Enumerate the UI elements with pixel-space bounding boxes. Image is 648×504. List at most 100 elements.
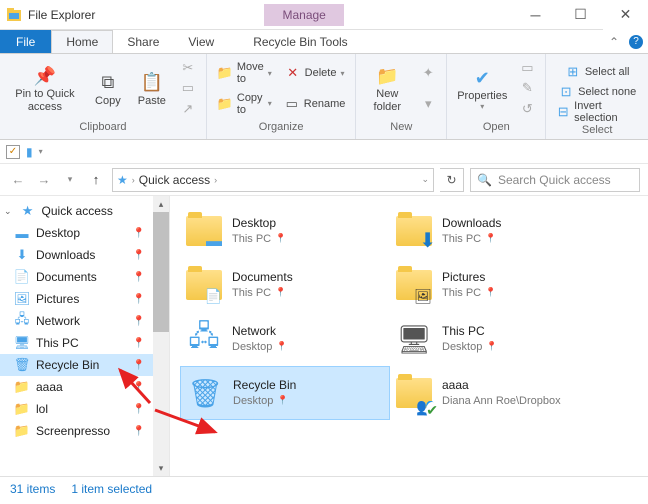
ribbon-group-clipboard: 📌 Pin to Quick access ⧉ Copy 📋 Paste ✂ ▭…: [0, 54, 207, 139]
sidebar-item-aaaa[interactable]: 📁aaaa📍: [0, 376, 169, 398]
item-recycle-bin[interactable]: 🗑 Recycle BinDesktop📍: [180, 366, 390, 420]
context-tab-manage[interactable]: Manage: [264, 4, 343, 26]
sidebar-item-this-pc[interactable]: 🖥This PC📍: [0, 332, 169, 354]
tab-view[interactable]: View: [174, 30, 229, 53]
desktop-icon: ▬: [14, 225, 30, 241]
move-to-button[interactable]: 📁Move to▾: [213, 63, 276, 83]
cut-button[interactable]: ✂: [176, 58, 200, 78]
search-input[interactable]: 🔍 Search Quick access: [470, 168, 640, 192]
maximize-button[interactable]: ☐: [558, 0, 603, 30]
properties-icon: ✔: [470, 66, 494, 90]
delete-button[interactable]: ✕Delete▾: [280, 63, 350, 83]
refresh-button[interactable]: ↻: [440, 168, 464, 192]
item-documents[interactable]: 📄 DocumentsThis PC📍: [180, 258, 390, 312]
pin-to-quick-access-button[interactable]: 📌 Pin to Quick access: [6, 58, 84, 119]
status-count: 31 items: [10, 482, 55, 496]
sidebar-item-pictures[interactable]: 🖼Pictures📍: [0, 288, 169, 310]
copy-path-button[interactable]: ▭: [176, 78, 200, 98]
easy-access-button[interactable]: ▾: [416, 94, 440, 114]
sidebar-item-downloads[interactable]: ⬇Downloads📍: [0, 244, 169, 266]
downloads-icon: ⬇: [14, 247, 30, 263]
pin-icon: 📌: [33, 64, 57, 88]
pictures-icon: 🖼: [14, 291, 30, 307]
select-all-button[interactable]: ⊞Select all: [552, 62, 642, 82]
collapse-ribbon-icon[interactable]: ⌃: [604, 30, 624, 53]
select-all-icon: ⊞: [565, 64, 581, 80]
pin-icon: 📍: [133, 294, 145, 305]
breadcrumb-root[interactable]: Quick access: [139, 173, 210, 187]
properties-button[interactable]: ✔ Properties ▾: [453, 58, 511, 119]
tab-file[interactable]: File: [0, 30, 51, 53]
ribbon-group-select: ⊞Select all ⊡Select none ⊟Invert selecti…: [546, 54, 648, 139]
tab-home[interactable]: Home: [51, 30, 113, 53]
shortcut-icon: ↗: [180, 101, 196, 117]
sidebar-item-network[interactable]: 🖧Network📍: [0, 310, 169, 332]
checkbox-icon[interactable]: ✓: [6, 145, 20, 159]
forward-button[interactable]: →: [34, 170, 54, 190]
new-folder-button[interactable]: 📁 New folder: [362, 58, 412, 119]
recent-dropdown[interactable]: ▾: [60, 170, 80, 190]
new-folder-icon: 📁: [375, 64, 399, 88]
title-bar: File Explorer Manage ─ ☐ ✕: [0, 0, 648, 30]
select-none-button[interactable]: ⊡Select none: [552, 82, 642, 102]
star-icon: ★: [117, 173, 128, 187]
dropdown-icon[interactable]: ▾: [39, 147, 43, 156]
minimize-button[interactable]: ─: [513, 0, 558, 30]
up-button[interactable]: ↑: [86, 170, 106, 190]
group-label: Select: [552, 122, 642, 138]
sidebar-item-lol[interactable]: 📁lol📍: [0, 398, 169, 420]
pin-icon: 📍: [133, 250, 145, 261]
pin-icon: 📍: [275, 233, 286, 245]
scroll-down-icon[interactable]: ▾: [153, 460, 169, 476]
breadcrumb-dropdown-icon[interactable]: ⌄: [421, 174, 429, 185]
copy-button[interactable]: ⧉ Copy: [88, 58, 128, 119]
sidebar-item-screenpresso[interactable]: 📁Screenpresso📍: [0, 420, 169, 442]
sidebar-item-recycle-bin[interactable]: 🗑Recycle Bin📍: [0, 354, 169, 376]
move-icon: 📁: [217, 65, 233, 81]
scroll-up-icon[interactable]: ▴: [153, 196, 169, 212]
history-icon: ↺: [519, 101, 535, 117]
sidebar-quick-access-header[interactable]: ⌄ ★ Quick access: [0, 200, 169, 222]
open-button[interactable]: ▭: [515, 58, 539, 78]
folder-icon: 📁: [14, 379, 30, 395]
new-item-button[interactable]: ✦: [416, 63, 440, 83]
paste-button[interactable]: 📋 Paste: [132, 58, 172, 119]
network-icon: 🖧: [14, 313, 30, 329]
content-pane[interactable]: ▬ DesktopThis PC📍 ⬇ DownloadsThis PC📍 📄 …: [170, 196, 648, 476]
star-icon: ★: [20, 203, 36, 219]
back-button[interactable]: ←: [8, 170, 28, 190]
edit-button[interactable]: ✎: [515, 78, 539, 98]
tab-recycle-bin-tools[interactable]: Recycle Bin Tools: [239, 30, 363, 53]
scroll-thumb[interactable]: [153, 212, 169, 332]
edit-icon: ✎: [519, 80, 535, 96]
item-desktop[interactable]: ▬ DesktopThis PC📍: [180, 204, 390, 258]
navigation-pane: ⌄ ★ Quick access ▬Desktop📍 ⬇Downloads📍 📄…: [0, 196, 170, 476]
delete-icon: ✕: [285, 65, 301, 81]
paste-shortcut-button[interactable]: ↗: [176, 99, 200, 119]
item-pictures[interactable]: 🖼 PicturesThis PC📍: [390, 258, 600, 312]
pc-icon: 🖥: [14, 335, 30, 351]
sidebar-item-documents[interactable]: 📄Documents📍: [0, 266, 169, 288]
group-label: Clipboard: [6, 119, 200, 135]
sidebar-scrollbar[interactable]: ▴ ▾: [153, 196, 169, 476]
help-button[interactable]: ?: [624, 30, 648, 53]
invert-selection-button[interactable]: ⊟Invert selection: [552, 102, 642, 122]
item-network[interactable]: 🖧 NetworkDesktop📍: [180, 312, 390, 366]
paste-icon: 📋: [140, 71, 164, 95]
group-label: Open: [453, 119, 539, 135]
copy-to-button[interactable]: 📁Copy to▾: [213, 94, 276, 114]
history-button[interactable]: ↺: [515, 99, 539, 119]
item-downloads[interactable]: ⬇ DownloadsThis PC📍: [390, 204, 600, 258]
group-label: New: [362, 119, 440, 135]
pin-icon: 📍: [133, 426, 145, 437]
breadcrumb-bar[interactable]: ★ › Quick access › ⌄: [112, 168, 434, 192]
item-this-pc[interactable]: 🖥 This PCDesktop📍: [390, 312, 600, 366]
tab-share[interactable]: Share: [113, 30, 174, 53]
sidebar-item-desktop[interactable]: ▬Desktop📍: [0, 222, 169, 244]
rename-button[interactable]: ▭Rename: [280, 94, 350, 114]
item-aaaa[interactable]: 👥✔ aaaaDiana Ann Roe\Dropbox: [390, 366, 600, 420]
folder-icon: 📁: [14, 423, 30, 439]
close-button[interactable]: ✕: [603, 0, 648, 30]
app-icon: [6, 7, 22, 23]
invert-icon: ⊟: [556, 104, 570, 120]
